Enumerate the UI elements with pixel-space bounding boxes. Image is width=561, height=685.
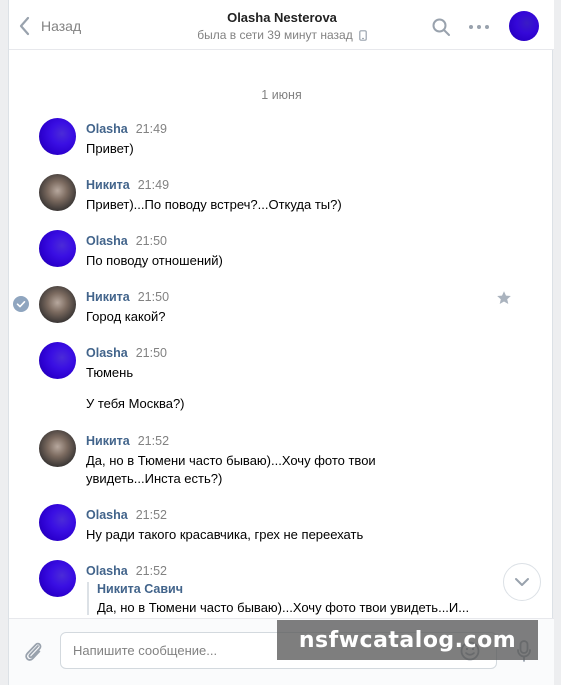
message-author[interactable]: Olasha 21:50 xyxy=(86,234,167,248)
author-name[interactable]: Olasha xyxy=(86,122,128,136)
quoted-message[interactable]: Никита Савич Да, но в Тюмени часто бываю… xyxy=(87,582,487,615)
author-name[interactable]: Olasha xyxy=(86,346,128,360)
message-text: Тюмень xyxy=(86,365,134,380)
message-time: 21:52 xyxy=(137,434,170,448)
message-text: Привет) xyxy=(86,141,134,156)
back-button[interactable]: Назад xyxy=(17,14,81,38)
quote-author[interactable]: Никита Савич xyxy=(97,582,487,596)
search-icon[interactable] xyxy=(431,17,451,37)
message-text: Ну ради такого красавчика, грех не перее… xyxy=(86,527,364,542)
chat-title: Olasha Nesterova xyxy=(227,10,337,25)
check-icon[interactable] xyxy=(13,296,29,312)
chat-header: Назад Olasha Nesterova была в сети 39 ми… xyxy=(9,0,554,50)
message-author[interactable]: Olasha 21:52 xyxy=(86,564,167,578)
author-name[interactable]: Olasha xyxy=(86,234,128,248)
author-name[interactable]: Olasha xyxy=(86,508,128,522)
message-text: По поводу отношений) xyxy=(86,253,223,268)
date-divider: 1 июня xyxy=(261,88,302,102)
chat-title-block[interactable]: Olasha Nesterova была в сети 39 минут на… xyxy=(159,10,405,42)
message-time: 21:49 xyxy=(135,122,167,136)
message-text: Привет)...По поводу встреч?...Откуда ты?… xyxy=(86,197,342,212)
avatar[interactable] xyxy=(39,504,76,541)
avatar[interactable] xyxy=(39,118,76,155)
paperclip-icon[interactable] xyxy=(22,639,44,663)
online-status-text: была в сети 39 минут назад xyxy=(197,28,353,42)
message-text: У тебя Москва?) xyxy=(86,396,185,411)
message-author[interactable]: Olasha 21:52 xyxy=(86,508,167,522)
author-name[interactable]: Никита xyxy=(86,178,130,192)
header-avatar[interactable] xyxy=(509,11,539,41)
author-name[interactable]: Никита xyxy=(86,290,130,304)
quote-text: Да, но в Тюмени часто бываю)...Хочу фото… xyxy=(97,600,470,615)
avatar[interactable] xyxy=(39,342,76,379)
message-author[interactable]: Никита 21:52 xyxy=(86,434,169,448)
message-text-line: Да, но в Тюмени часто бываю)...Хочу фото… xyxy=(86,453,376,468)
chevron-down-icon xyxy=(515,578,529,586)
message-time: 21:50 xyxy=(137,290,170,304)
message-text: Город какой? xyxy=(86,309,166,324)
avatar[interactable] xyxy=(39,174,76,211)
avatar[interactable] xyxy=(39,230,76,267)
avatar[interactable] xyxy=(39,286,76,323)
watermark: nsfwcatalog.com xyxy=(277,620,538,660)
message-author[interactable]: Olasha 21:50 xyxy=(86,346,167,360)
scroll-down-button[interactable] xyxy=(503,563,541,601)
message-text: Да, но в Тюмени часто бываю)...Хочу фото… xyxy=(86,452,406,488)
message-time: 21:52 xyxy=(135,564,167,578)
avatar[interactable] xyxy=(39,430,76,467)
message-text-line: увидеть...Инста есть?) xyxy=(86,471,223,486)
message-time: 21:50 xyxy=(135,234,167,248)
online-status: была в сети 39 минут назад xyxy=(159,28,405,42)
message-time: 21:50 xyxy=(135,346,167,360)
more-icon[interactable] xyxy=(467,17,491,37)
author-name[interactable]: Olasha xyxy=(86,564,128,578)
chat-window: Назад Olasha Nesterova была в сети 39 ми… xyxy=(8,0,554,685)
avatar[interactable] xyxy=(39,560,76,597)
phone-icon xyxy=(358,29,367,41)
back-label: Назад xyxy=(41,18,82,34)
message-author[interactable]: Никита 21:49 xyxy=(86,178,169,192)
message-list[interactable]: 1 июня Olasha 21:49 Привет) Никита 21:49 П… xyxy=(9,50,554,618)
back-chevron-icon xyxy=(19,16,30,36)
star-icon[interactable] xyxy=(496,290,512,306)
message-author[interactable]: Никита 21:50 xyxy=(86,290,169,304)
message-time: 21:52 xyxy=(135,508,167,522)
message-time: 21:49 xyxy=(137,178,170,192)
message-author[interactable]: Olasha 21:49 xyxy=(86,122,167,136)
author-name[interactable]: Никита xyxy=(86,434,130,448)
